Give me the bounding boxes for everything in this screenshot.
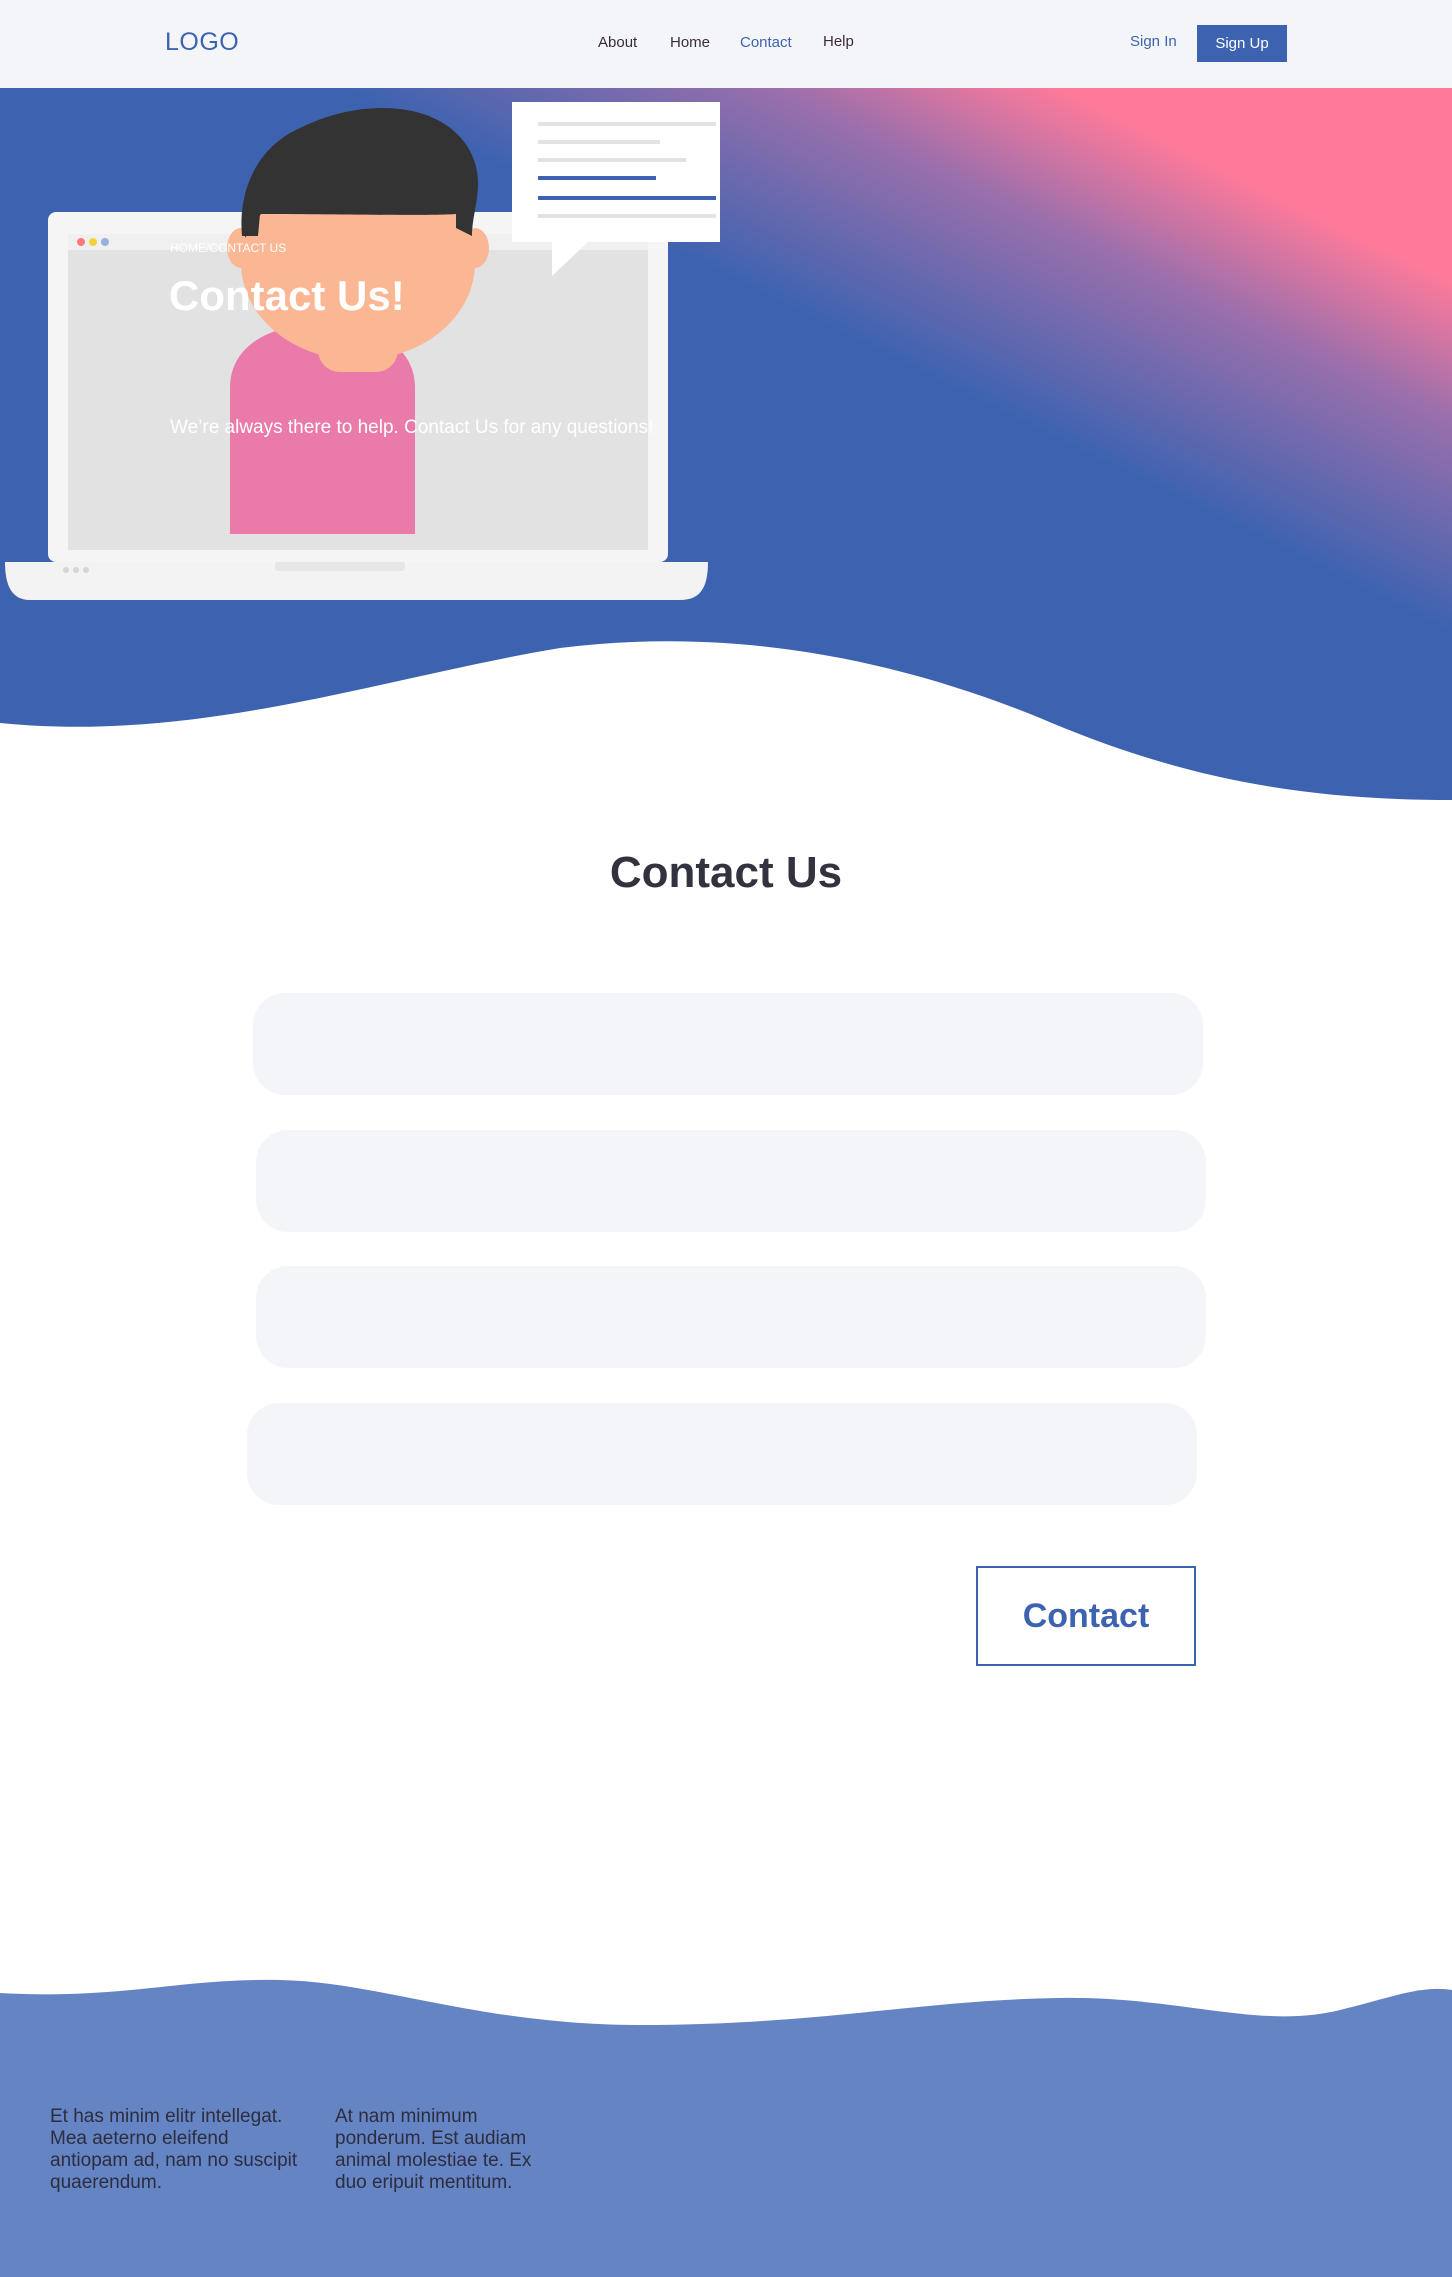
logo[interactable]: LOGO	[165, 28, 239, 57]
breadcrumb: HOME/CONTACT US	[170, 241, 287, 255]
hero-banner	[0, 88, 1452, 808]
contact-field-2[interactable]	[256, 1130, 1206, 1232]
top-navbar: LOGO About Home Contact Help Sign In Sig…	[0, 0, 1452, 88]
nav-home[interactable]: Home	[670, 34, 710, 51]
contact-section-title: Contact Us	[609, 848, 843, 897]
nav-help[interactable]: Help	[823, 33, 854, 50]
contact-field-3[interactable]	[256, 1266, 1206, 1368]
contact-field-1[interactable]	[253, 993, 1203, 1095]
window-dot-yellow-icon	[89, 238, 97, 246]
footer-text-col-2: At nam minimum ponderum. Est audiam anim…	[335, 2106, 532, 2193]
hero-title: Contact Us!	[169, 272, 405, 319]
sign-up-button[interactable]: Sign Up	[1197, 25, 1287, 62]
window-dot-blue-icon	[101, 238, 109, 246]
nav-about[interactable]: About	[598, 34, 637, 51]
nav-contact[interactable]: Contact	[740, 34, 792, 51]
window-dot-red-icon	[77, 238, 85, 246]
sign-in-link[interactable]: Sign In	[1130, 33, 1177, 50]
contact-submit-button[interactable]: Contact	[976, 1566, 1196, 1666]
contact-field-4[interactable]	[247, 1403, 1197, 1505]
hero-subtitle: We’re always there to help. Contact Us f…	[170, 417, 654, 438]
person-laptop-illustration	[5, 102, 720, 600]
footer-text-col-1: Et has minim elitr intellegat. Mea aeter…	[50, 2106, 298, 2193]
